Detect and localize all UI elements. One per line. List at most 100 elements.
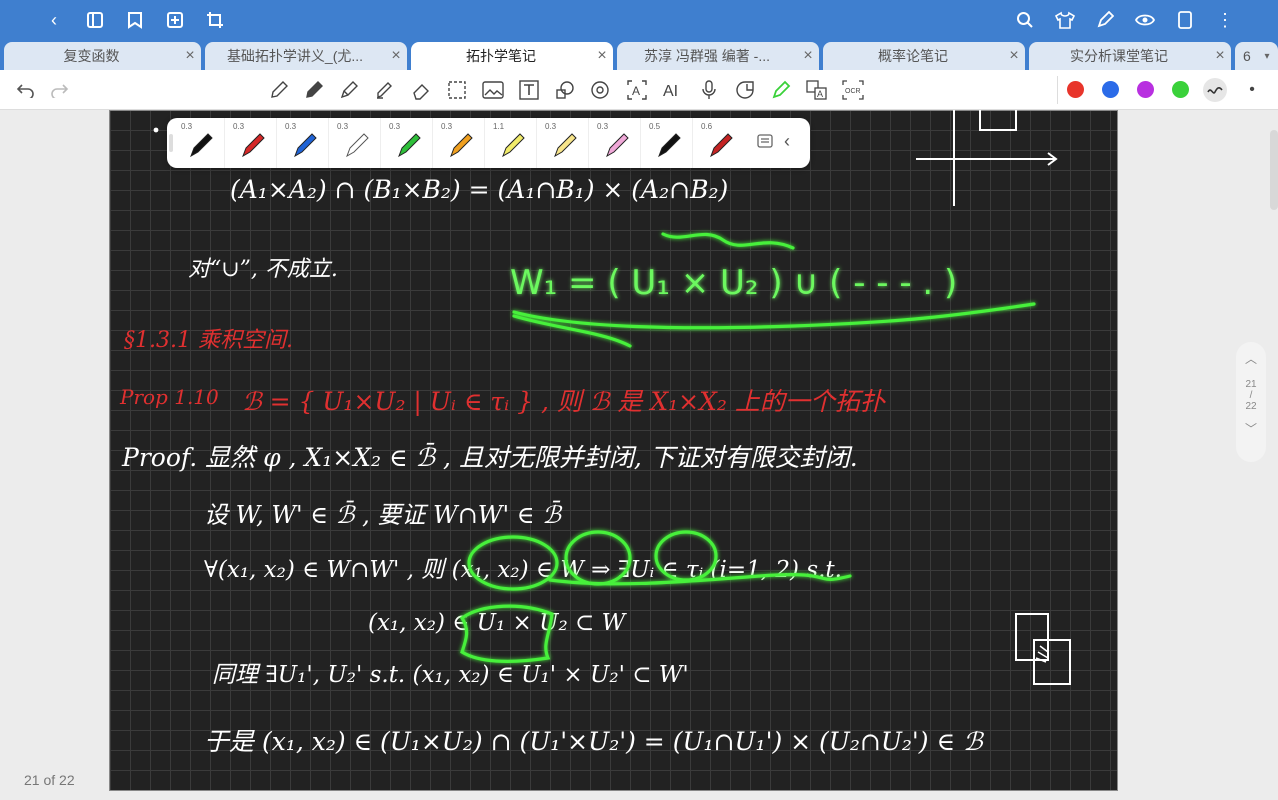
page-separator: /: [1249, 390, 1253, 401]
total-pages: 22: [1245, 401, 1257, 412]
microphone-icon[interactable]: [697, 78, 721, 102]
pencil-icon[interactable]: [267, 78, 291, 102]
add-page-icon[interactable]: [163, 8, 187, 32]
pen-icon: [502, 133, 525, 158]
note-proof-line-3: ∀(x₁, x₂) ∈ W∩W' , 则 (x₁, x₂) ∈ W ⇒ ∃Uᵢ …: [204, 557, 842, 583]
pen-preset-8[interactable]: 0.3: [541, 118, 589, 168]
close-icon[interactable]: ×: [797, 47, 819, 65]
svg-text:AI: AI: [663, 83, 678, 100]
pen-preset-7[interactable]: 1.1: [489, 118, 537, 168]
ai-icon[interactable]: AI: [661, 78, 685, 102]
note-prop-text: ℬ = { U₁×U₂ | Uᵢ ∈ τᵢ } , 则 ℬ 是 X₁×X₂ 上的…: [242, 387, 887, 417]
stroke-style-icon[interactable]: [1203, 78, 1227, 102]
close-icon[interactable]: ×: [1003, 47, 1025, 65]
shirt-icon[interactable]: [1053, 8, 1077, 32]
pen-icon: [242, 133, 265, 158]
pen-preset-10[interactable]: 0.5: [645, 118, 693, 168]
pen-icon: [190, 133, 213, 158]
pen-preset-3[interactable]: 0.3: [281, 118, 329, 168]
note-proof-line-6: 于是 (x₁, x₂) ∈ (U₁×U₂) ∩ (U₁'×U₂') = (U₁∩…: [204, 727, 985, 756]
ocr-icon[interactable]: OCR: [841, 78, 865, 102]
chevron-up-icon[interactable]: ︿: [1236, 350, 1266, 367]
close-icon[interactable]: ×: [1209, 47, 1231, 65]
collapse-icon[interactable]: ‹: [784, 131, 802, 153]
pen-icon: [398, 133, 421, 158]
translate-icon[interactable]: A: [805, 78, 829, 102]
tab-label: 复变函数: [63, 48, 120, 64]
tape-icon[interactable]: [589, 78, 613, 102]
tab-basic-topology[interactable]: 基础拓扑学讲义_(尤... ×: [205, 42, 407, 70]
close-icon[interactable]: ×: [385, 47, 407, 65]
note-proof-line-2: 设 W, W' ∈ ℬ̄ , 要证 W∩W' ∈ ℬ̄: [204, 501, 563, 529]
svg-text:OCR: OCR: [845, 88, 861, 95]
eye-icon[interactable]: [1133, 8, 1157, 32]
undo-icon[interactable]: [14, 78, 38, 102]
color-swatch-green[interactable]: [1172, 81, 1189, 98]
highlighter-icon[interactable]: [373, 78, 397, 102]
tab-probability-notes[interactable]: 概率论笔记 ×: [823, 42, 1025, 70]
pen-preset-9[interactable]: 0.3: [593, 118, 641, 168]
shape-icon[interactable]: [553, 78, 577, 102]
sidebar-icon[interactable]: [83, 8, 107, 32]
eraser-icon[interactable]: [409, 78, 433, 102]
close-icon[interactable]: ×: [591, 47, 613, 65]
note-proof-line-5: 同理 ∃U₁', U₂' s.t. (x₁, x₂) ∈ U₁' × U₂' ⊂…: [212, 662, 689, 688]
dot-size-icon[interactable]: •: [1240, 78, 1264, 102]
color-swatch-red[interactable]: [1067, 81, 1084, 98]
tab-sun-chun[interactable]: 苏淳 冯群强 编著 -... ×: [617, 42, 819, 70]
lasso-icon[interactable]: [445, 78, 469, 102]
bookmark-icon[interactable]: [123, 8, 147, 32]
tab-label: 基础拓扑学讲义_(尤...: [226, 48, 364, 64]
page-icon[interactable]: [1173, 8, 1197, 32]
close-icon[interactable]: ×: [179, 47, 201, 65]
drag-handle[interactable]: [169, 134, 173, 152]
pen-icon: [606, 133, 629, 158]
pen-preset-1[interactable]: 0.3: [177, 118, 225, 168]
tab-complex-functions[interactable]: 复变函数 ×: [4, 42, 201, 70]
note-line-union-fails: 对“∪”, 不成立.: [188, 257, 338, 282]
note-proof-line-4: (x₁, x₂) ∈ U₁ × U₂ ⊂ W: [368, 610, 628, 636]
color-swatch-purple[interactable]: [1137, 81, 1154, 98]
back-icon[interactable]: ‹: [42, 8, 66, 32]
pen-icon[interactable]: [302, 78, 326, 102]
tab-real-analysis[interactable]: 实分析课堂笔记 ×: [1029, 42, 1231, 70]
pen-preset-2[interactable]: 0.3: [229, 118, 277, 168]
color-swatch-blue[interactable]: [1102, 81, 1119, 98]
pen-preset-6[interactable]: 0.3: [437, 118, 485, 168]
tab-label: 概率论笔记: [878, 48, 948, 64]
note-green-formula: W₁ = ( U₁ × U₂ ) ∪ ( - - - . ): [510, 263, 957, 303]
note-proof-line-1: Proof. 显然 φ , X₁×X₂ ∈ ℬ̄ , 且对无限并封闭, 下证对有…: [121, 442, 858, 472]
note-section-heading: §1.3.1 乘积空间.: [124, 328, 293, 353]
pen-tray: ‹ 0.3 0.3 0.3 0.3 0.3 0.3 1.1 0.3 0.3 0.5 0.6: [167, 118, 810, 168]
tab-label: 实分析课堂笔记: [1070, 48, 1168, 64]
chevron-down-icon[interactable]: ﹀: [1236, 420, 1266, 437]
more-icon[interactable]: ⋮: [1213, 8, 1237, 32]
redo-icon[interactable]: [47, 78, 71, 102]
settings-icon[interactable]: [757, 133, 777, 153]
side-scroll-handle[interactable]: [1270, 130, 1278, 210]
page-scroller[interactable]: ︿ 21 / 22 ﹀: [1236, 342, 1266, 462]
tab-count-label: 6: [1243, 48, 1251, 64]
search-icon[interactable]: [1013, 8, 1037, 32]
svg-text:A: A: [817, 89, 823, 99]
tab-label: 拓扑学笔记: [466, 48, 536, 64]
text-recognition-icon[interactable]: A: [625, 78, 649, 102]
pen-preset-4[interactable]: 0.3: [333, 118, 381, 168]
text-icon[interactable]: [517, 78, 541, 102]
sticker-icon[interactable]: [733, 78, 757, 102]
laser-icon[interactable]: [769, 78, 793, 102]
crop-icon[interactable]: [203, 8, 227, 32]
chevron-down-icon[interactable]: ▾: [1256, 51, 1278, 62]
image-icon[interactable]: [481, 78, 505, 102]
pen-preset-11[interactable]: 0.6: [697, 118, 745, 168]
tab-count[interactable]: 6 ▾: [1235, 42, 1278, 70]
fountain-pen-icon[interactable]: [337, 78, 361, 102]
pen-icon: [710, 133, 733, 158]
pen-preset-5[interactable]: 0.3: [385, 118, 433, 168]
note-line-product-intersection: (A₁×A₂) ∩ (B₁×B₂) = (A₁∩B₁) × (A₂∩B₂): [230, 175, 728, 204]
pen-icon[interactable]: [1093, 8, 1117, 32]
tab-topology-notes[interactable]: 拓扑学笔记 ×: [411, 42, 613, 70]
svg-text:A: A: [632, 84, 640, 98]
pen-icon: [294, 133, 317, 158]
tab-label: 苏淳 冯群强 编著 -...: [644, 48, 770, 64]
